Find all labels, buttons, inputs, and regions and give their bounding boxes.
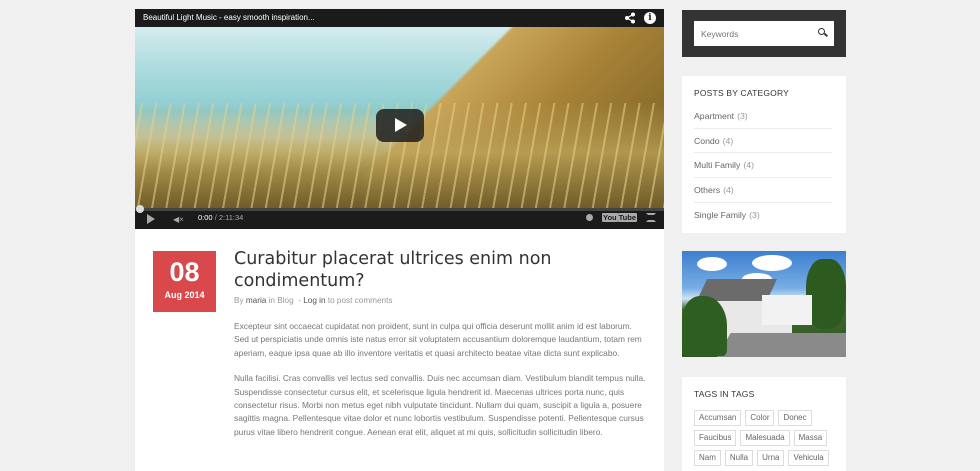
date-month: Aug 2014 <box>164 290 205 300</box>
blog-post: 08 Aug 2014 Curabitur placerat ultrices … <box>135 229 664 471</box>
tag[interactable]: Accumsan <box>694 410 742 426</box>
video-scrubber[interactable] <box>136 205 144 213</box>
info-icon[interactable]: i <box>644 12 656 24</box>
video-title-bar: Beautiful Light Music - easy smooth insp… <box>135 9 664 27</box>
post-paragraph: Excepteur sint occaecat cupidatat non pr… <box>234 321 642 358</box>
tag[interactable]: Massa <box>793 430 828 446</box>
control-play-icon[interactable] <box>147 214 155 224</box>
video-time: 0:00 / 2:11:34 <box>198 213 244 222</box>
tag-cloud: Accumsan Color Donec Faucibus Malesuada … <box>694 410 839 466</box>
date-day: 08 <box>169 257 200 287</box>
play-button[interactable] <box>376 109 424 142</box>
search-input[interactable] <box>694 21 834 46</box>
category-item[interactable]: Condo (4) <box>694 129 832 154</box>
share-icon[interactable] <box>624 12 636 24</box>
login-link[interactable]: Log in <box>303 296 325 305</box>
tags-widget: TAGS IN TAGS Accumsan Color Donec Faucib… <box>682 377 846 471</box>
volume-icon[interactable]: ◀× <box>173 215 184 224</box>
tag[interactable]: Donec <box>778 410 812 426</box>
video-player[interactable]: Beautiful Light Music - easy smooth insp… <box>135 9 664 229</box>
widget-title: POSTS BY CATEGORY <box>694 88 790 98</box>
widget-title: TAGS IN TAGS <box>694 389 755 399</box>
category-item[interactable]: Apartment (3) <box>694 104 832 129</box>
video-controls: ◀× 0:00 / 2:11:34 You Tube <box>135 205 664 229</box>
post-meta: By maria in Blog - Log in to post commen… <box>234 296 393 305</box>
category-list: Apartment (3) Condo (4) Multi Family (4) Ot… <box>694 104 832 227</box>
tag[interactable]: Malesuada <box>740 430 790 446</box>
post-title[interactable]: Curabitur placerat ultrices enim non con… <box>234 248 644 292</box>
video-thumbnail[interactable] <box>135 27 664 213</box>
tag[interactable]: Faucibus <box>694 430 737 446</box>
categories-widget: POSTS BY CATEGORY Apartment (3) Condo (4) … <box>682 76 846 233</box>
post-body: Excepteur sint occaecat cupidatat non pr… <box>234 320 646 451</box>
featured-property-image[interactable] <box>682 251 846 357</box>
tag[interactable]: Nulla <box>724 450 754 466</box>
category-item[interactable]: Multi Family (4) <box>694 153 832 179</box>
category-item[interactable]: Single Family (3) <box>694 203 832 228</box>
fullscreen-icon[interactable] <box>646 213 656 222</box>
category-item[interactable]: Others (4) <box>694 178 832 203</box>
youtube-logo[interactable]: You Tube <box>602 213 637 222</box>
tag[interactable]: Vehicula <box>788 450 829 466</box>
video-title[interactable]: Beautiful Light Music - easy smooth insp… <box>143 13 315 22</box>
tag[interactable]: Urna <box>757 450 785 466</box>
search-icon[interactable] <box>818 28 825 35</box>
search-widget <box>682 10 846 57</box>
tag[interactable]: Color <box>745 410 775 426</box>
post-paragraph: Nulla facilisi. Cras convallis vel lectu… <box>234 373 646 437</box>
author-link[interactable]: maria <box>246 296 266 305</box>
date-badge: 08 Aug 2014 <box>153 251 216 312</box>
video-progress-bar[interactable] <box>135 205 664 213</box>
tag[interactable]: Nam <box>694 450 721 466</box>
watch-later-icon[interactable] <box>586 214 594 221</box>
